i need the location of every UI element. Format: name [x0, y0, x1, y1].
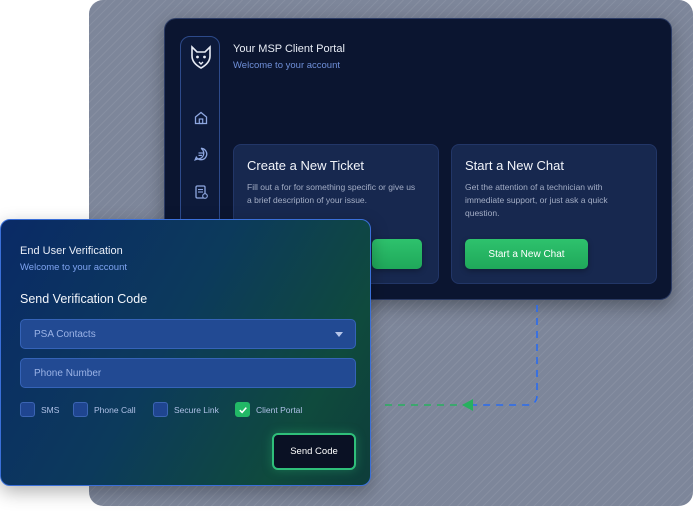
document-icon[interactable] [192, 183, 210, 201]
option-label: Phone Call [94, 404, 136, 415]
select-value: PSA Contacts [34, 328, 96, 340]
option-client-portal[interactable]: Client Portal [235, 402, 302, 417]
card-title: Create a New Ticket [247, 158, 365, 173]
option-label: SMS [41, 404, 60, 415]
chat-icon[interactable] [192, 145, 210, 163]
psa-contacts-select[interactable]: PSA Contacts [20, 319, 356, 349]
checkmark-icon [238, 406, 247, 414]
send-code-button[interactable]: Send Code [272, 433, 356, 470]
option-label: Client Portal [256, 404, 303, 415]
verification-title: End User Verification [20, 245, 123, 257]
option-sms[interactable]: SMS [20, 402, 59, 417]
phone-number-input[interactable]: Phone Number [20, 358, 356, 388]
card-description: Get the attention of a technician with i… [465, 182, 608, 218]
option-secure-link[interactable]: Secure Link [153, 402, 219, 417]
option-label: Secure Link [174, 404, 219, 415]
card-title: Start a New Chat [465, 158, 564, 173]
option-phone-call[interactable]: Phone Call [73, 402, 136, 417]
sms-checkbox[interactable] [20, 402, 35, 417]
client-portal-checkbox[interactable] [235, 402, 250, 417]
chevron-down-icon [335, 332, 343, 337]
flow-connector-arrow [382, 305, 538, 411]
create-ticket-button[interactable] [372, 239, 422, 269]
phone-placeholder: Phone Number [34, 367, 102, 379]
home-icon[interactable] [192, 109, 210, 127]
end-user-verification-panel: End User Verification Welcome to your ac… [0, 219, 371, 486]
portal-subtitle: Welcome to your account [233, 60, 341, 71]
start-chat-button[interactable]: Start a New Chat [465, 239, 588, 269]
send-code-heading: Send Verification Code [20, 292, 148, 306]
verification-subtitle: Welcome to your account [20, 262, 128, 273]
portal-title: Your MSP Client Portal [233, 43, 345, 55]
start-chat-card[interactable]: Start a New Chat Get the attention of a … [451, 144, 657, 284]
secure-link-checkbox[interactable] [153, 402, 168, 417]
wolf-logo-icon [187, 43, 215, 71]
phone-call-checkbox[interactable] [73, 402, 88, 417]
card-description: Fill out a for for something specific or… [247, 182, 416, 205]
